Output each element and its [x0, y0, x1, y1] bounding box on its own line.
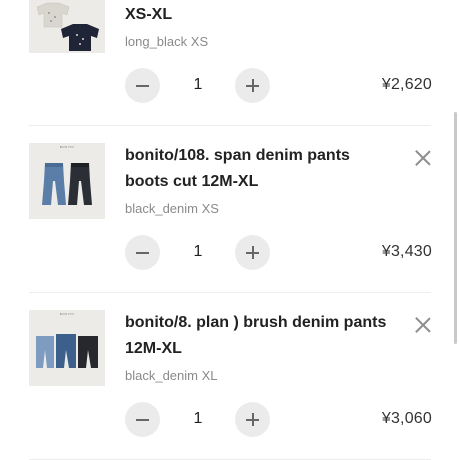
minus-icon [136, 84, 149, 87]
brand-label: BONITO [59, 145, 75, 149]
quantity-value: 1 [193, 76, 203, 93]
scrollbar[interactable] [454, 112, 457, 344]
product-thumbnail[interactable] [29, 0, 105, 53]
minus-icon [136, 251, 149, 254]
decrement-button[interactable] [125, 402, 160, 437]
decrement-button[interactable] [125, 235, 160, 270]
product-image [29, 0, 105, 53]
product-title[interactable]: XS-XL [125, 2, 395, 28]
divider [29, 125, 431, 126]
divider [29, 292, 431, 293]
remove-item-button[interactable] [413, 315, 433, 335]
increment-button[interactable] [235, 68, 270, 103]
item-price: ¥2,620 [381, 76, 432, 93]
product-thumbnail[interactable]: BONITO [29, 143, 105, 219]
product-variant: black_denim XS [125, 201, 219, 216]
product-variant: black_denim XL [125, 368, 218, 383]
product-title[interactable]: bonito/8. plan ) brush denim pants 12M-X… [125, 310, 395, 362]
brand-label: BONITO [59, 312, 75, 316]
minus-icon [136, 418, 149, 421]
product-thumbnail[interactable]: BONITO [29, 310, 105, 386]
product-title[interactable]: bonito/108. span denim pants boots cut 1… [125, 143, 395, 195]
remove-item-button[interactable] [413, 148, 433, 168]
item-price: ¥3,430 [381, 243, 432, 260]
increment-button[interactable] [235, 235, 270, 270]
product-variant: long_black XS [125, 34, 209, 49]
quantity-value: 1 [193, 410, 203, 427]
quantity-value: 1 [193, 243, 203, 260]
decrement-button[interactable] [125, 68, 160, 103]
increment-button[interactable] [235, 402, 270, 437]
product-image [29, 316, 105, 386]
product-image [29, 149, 105, 219]
item-price: ¥3,060 [381, 410, 432, 427]
